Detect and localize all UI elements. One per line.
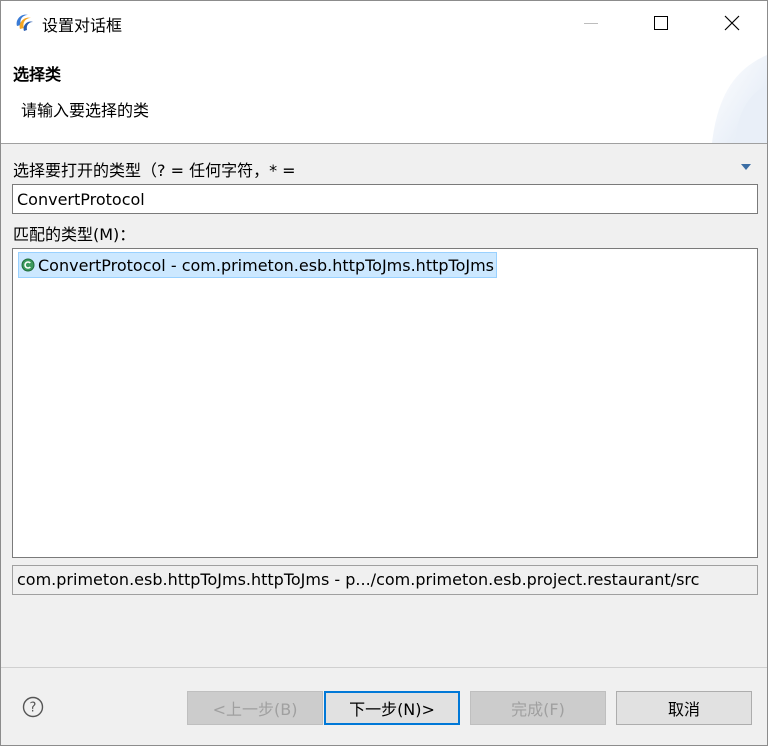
dropdown-triangle-icon — [741, 164, 751, 170]
minimize-icon — [584, 22, 598, 24]
dialog-header: 选择类 请输入要选择的类 — [1, 45, 767, 144]
title-bar[interactable]: 设置对话框 — [1, 1, 767, 45]
header-description: 请输入要选择的类 — [21, 101, 150, 120]
list-item[interactable]: ConvertProtocol - com.primeton.esb.httpT… — [18, 252, 498, 278]
window-title: 设置对话框 — [42, 16, 123, 35]
back-button[interactable]: <上一步(B) — [187, 691, 323, 725]
cancel-button[interactable]: 取消 — [616, 691, 752, 725]
help-icon[interactable]: ? — [22, 696, 44, 718]
filter-label: 选择要打开的类型（? = 任何字符，* = — [13, 161, 296, 180]
svg-text:?: ? — [30, 701, 37, 716]
maximize-button[interactable] — [638, 1, 684, 45]
dialog-window: 设置对话框 选择类 请输入要选择的类 选择要打开的类型（? = 任何字符，* =… — [0, 0, 768, 746]
maximize-icon — [654, 16, 668, 30]
matching-types-list[interactable]: ConvertProtocol - com.primeton.esb.httpT… — [12, 248, 758, 558]
header-decoration — [712, 55, 767, 143]
class-icon — [21, 258, 35, 272]
status-field: com.primeton.esb.httpToJms.httpToJms - p… — [12, 565, 758, 595]
footer-divider — [1, 667, 767, 668]
eclipse-swirl-icon — [14, 12, 34, 32]
list-item-label: ConvertProtocol - com.primeton.esb.httpT… — [38, 255, 495, 275]
next-button[interactable]: 下一步(N)> — [324, 691, 460, 725]
close-icon — [724, 15, 740, 31]
filter-input[interactable] — [12, 184, 758, 214]
history-dropdown-button[interactable] — [739, 161, 753, 173]
close-button[interactable] — [709, 1, 755, 45]
header-title: 选择类 — [13, 65, 62, 84]
minimize-button[interactable] — [568, 1, 614, 45]
finish-button[interactable]: 完成(F) — [470, 691, 606, 725]
matches-label: 匹配的类型(M)： — [13, 225, 136, 244]
